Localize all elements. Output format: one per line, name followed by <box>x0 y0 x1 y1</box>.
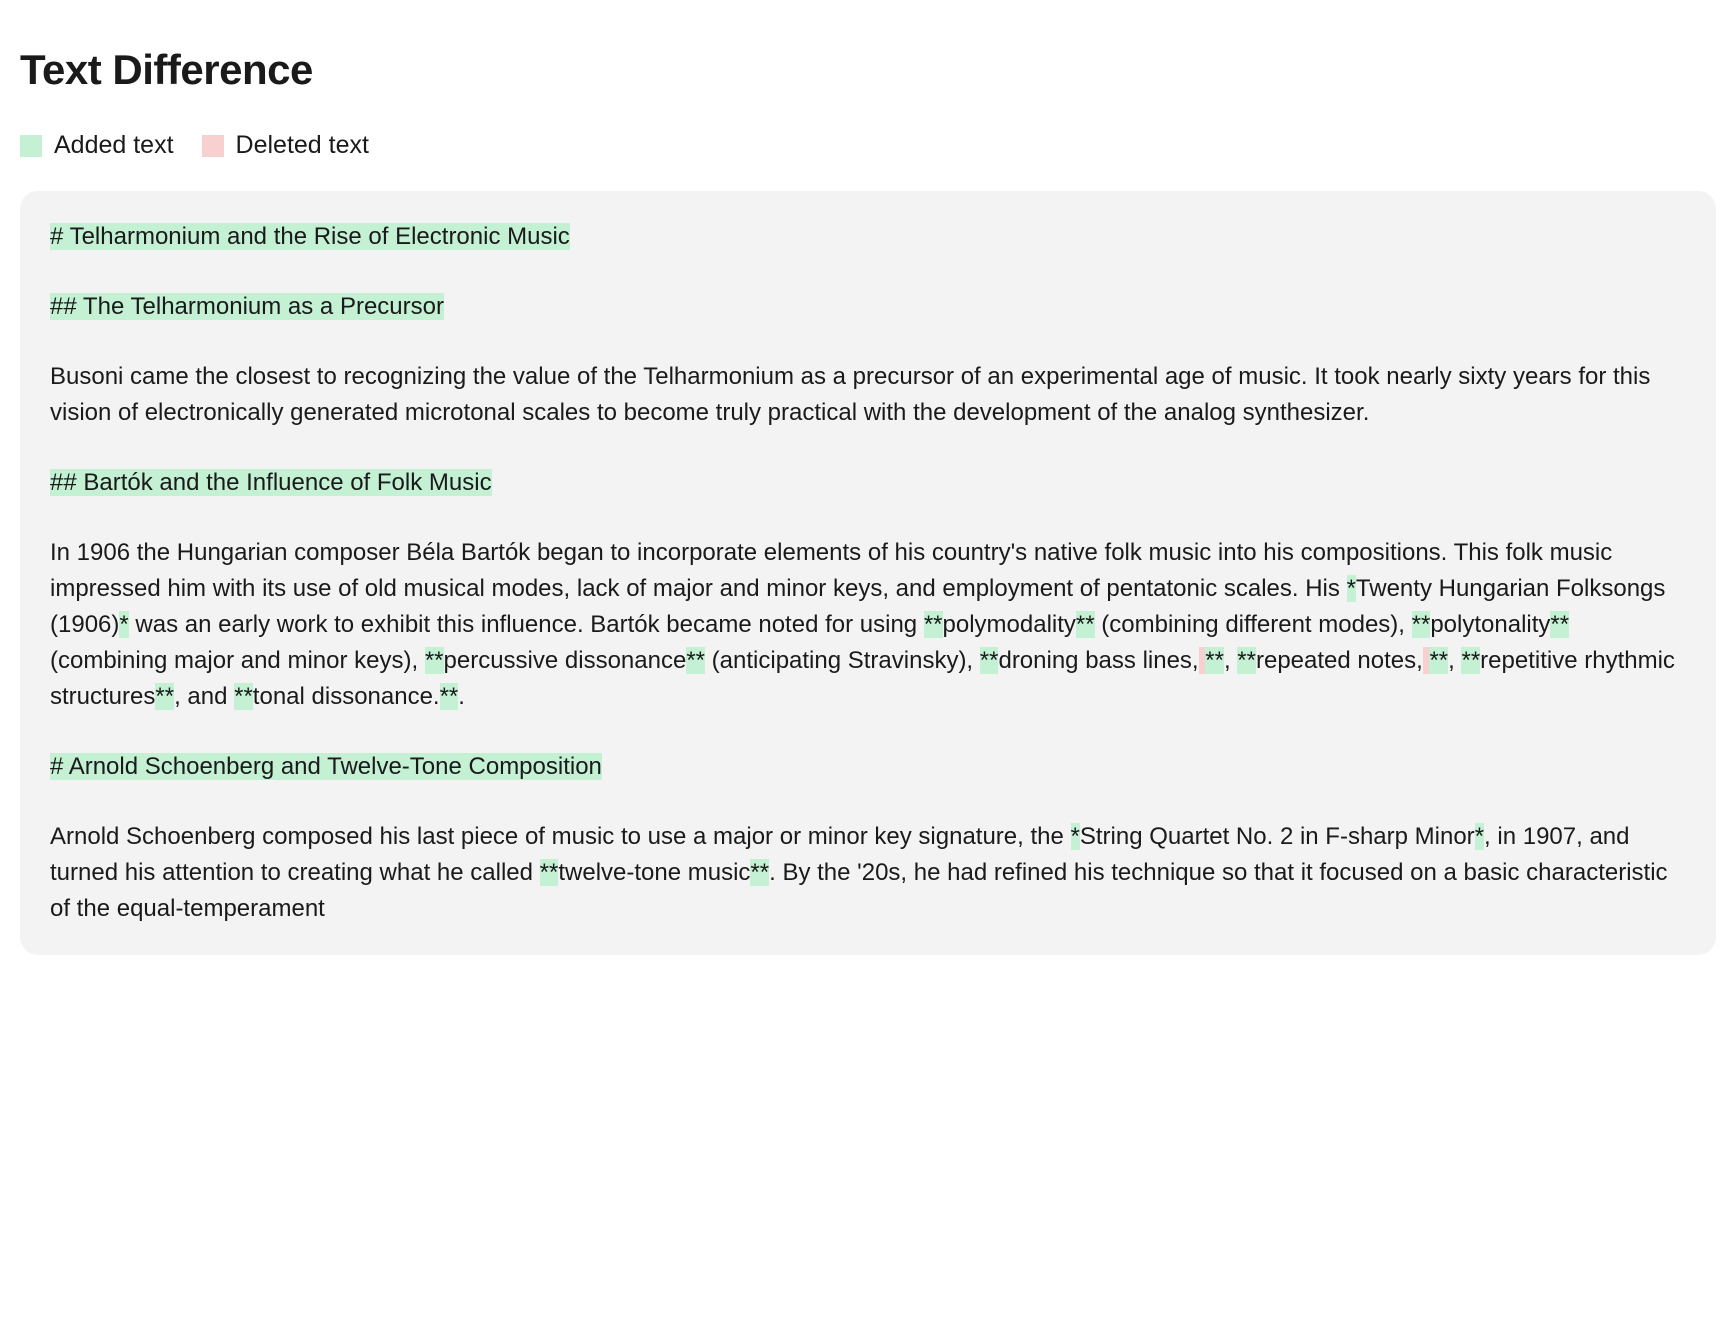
diff-line: In 1906 the Hungarian composer Béla Bart… <box>50 535 1686 715</box>
diff-added: ** <box>750 859 769 886</box>
diff-unchanged: (combining major and minor keys), <box>50 647 425 674</box>
diff-added: ## The Telharmonium as a Precursor <box>50 293 444 320</box>
diff-added: ## Bartók and the Influence of Folk Musi… <box>50 469 492 496</box>
diff-added: * <box>119 611 128 638</box>
diff-added: ** <box>1429 647 1448 674</box>
diff-added: ** <box>924 611 943 638</box>
diff-added: ** <box>1550 611 1569 638</box>
diff-added: ** <box>540 859 559 886</box>
diff-unchanged: , and <box>174 683 234 710</box>
swatch-added-icon <box>20 135 42 157</box>
diff-unchanged: . <box>458 683 465 710</box>
diff-unchanged: , <box>1448 647 1461 674</box>
diff-added: ** <box>686 647 705 674</box>
diff-added: ** <box>155 683 174 710</box>
diff-unchanged: (combining different modes), <box>1095 611 1412 638</box>
legend-added-label: Added text <box>54 127 174 165</box>
diff-added: ** <box>440 683 459 710</box>
diff-unchanged: was an early work to exhibit this influe… <box>129 611 924 638</box>
diff-line: Arnold Schoenberg composed his last piec… <box>50 819 1686 927</box>
diff-added: * <box>1347 575 1356 602</box>
diff-unchanged: Busoni came the closest to recognizing t… <box>50 363 1650 426</box>
diff-unchanged: (anticipating Stravinsky), <box>705 647 980 674</box>
diff-line: ## The Telharmonium as a Precursor <box>50 289 1686 325</box>
diff-added: # Telharmonium and the Rise of Electroni… <box>50 223 570 250</box>
legend-deleted-label: Deleted text <box>236 127 369 165</box>
diff-unchanged: droning bass lines, <box>998 647 1198 674</box>
diff-line: # Arnold Schoenberg and Twelve-Tone Comp… <box>50 749 1686 785</box>
diff-added: # Arnold Schoenberg and Twelve-Tone Comp… <box>50 753 602 780</box>
legend-added: Added text <box>20 127 174 165</box>
diff-unchanged: repeated notes, <box>1256 647 1423 674</box>
page-title: Text Difference <box>20 38 1716 101</box>
diff-added: ** <box>425 647 444 674</box>
legend: Added text Deleted text <box>20 127 1716 165</box>
diff-added: ** <box>1205 647 1224 674</box>
diff-line: # Telharmonium and the Rise of Electroni… <box>50 219 1686 255</box>
diff-added: ** <box>980 647 999 674</box>
diff-added: * <box>1071 823 1080 850</box>
diff-unchanged: String Quartet No. 2 in F-sharp Minor <box>1080 823 1475 850</box>
diff-unchanged: percussive dissonance <box>444 647 687 674</box>
diff-body: # Telharmonium and the Rise of Electroni… <box>20 191 1716 955</box>
diff-added: ** <box>1412 611 1431 638</box>
diff-line: ## Bartók and the Influence of Folk Musi… <box>50 465 1686 501</box>
legend-deleted: Deleted text <box>202 127 369 165</box>
diff-unchanged: polymodality <box>943 611 1076 638</box>
diff-unchanged: Arnold Schoenberg composed his last piec… <box>50 823 1071 850</box>
diff-added: ** <box>234 683 253 710</box>
diff-line: Busoni came the closest to recognizing t… <box>50 359 1686 431</box>
diff-unchanged: twelve-tone music <box>558 859 750 886</box>
diff-added: ** <box>1237 647 1256 674</box>
diff-added: ** <box>1076 611 1095 638</box>
diff-added: ** <box>1461 647 1480 674</box>
diff-unchanged: polytonality <box>1430 611 1550 638</box>
diff-added: * <box>1475 823 1484 850</box>
swatch-deleted-icon <box>202 135 224 157</box>
diff-unchanged: , <box>1224 647 1237 674</box>
diff-unchanged: tonal dissonance. <box>253 683 440 710</box>
